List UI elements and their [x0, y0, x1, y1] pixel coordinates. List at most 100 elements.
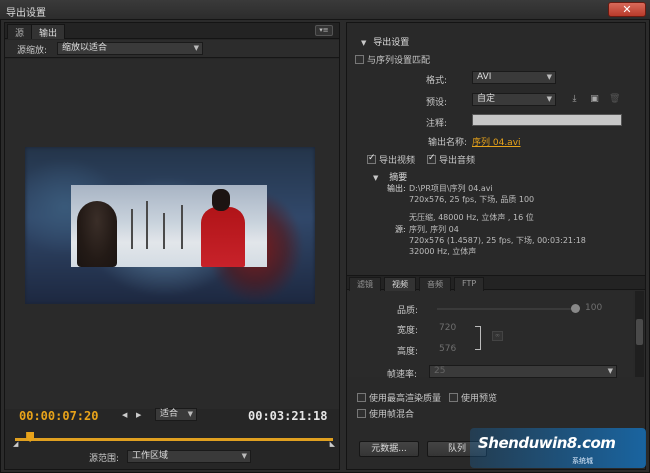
frame-blend-box[interactable]	[357, 409, 366, 418]
chain-link-icon[interactable]: ∞	[492, 331, 503, 341]
width-label: 宽度:	[397, 326, 419, 336]
match-sequence-box[interactable]	[355, 55, 364, 64]
step-back-icon[interactable]: ◀	[122, 411, 127, 419]
tab-audio[interactable]: 音频	[419, 277, 451, 291]
export-video-label: 导出视频	[379, 156, 416, 166]
comment-input[interactable]	[472, 114, 622, 126]
summary-output-lines: D:\PR项目\序列 04.avi 720x576, 25 fps, 下场, 品…	[409, 183, 534, 223]
timecode-row: 00:00:07:20 ◀ ▶ 适合 ▼ 00:03:21:18	[5, 403, 339, 431]
frame-blend-checkbox[interactable]: 使用帧混合	[357, 407, 414, 420]
timeline-range-bar	[15, 438, 333, 441]
export-audio-box[interactable]	[427, 153, 436, 164]
quality-value[interactable]: 100	[585, 303, 602, 313]
import-preset-icon[interactable]: ▣	[589, 94, 600, 104]
chevron-down-icon: ▼	[546, 95, 552, 103]
window-title: 导出设置	[6, 8, 46, 19]
summary-source-label: 源:	[395, 225, 406, 234]
collapse-triangle-icon: ▼	[361, 39, 367, 47]
tree	[163, 213, 165, 249]
max-render-quality-label: 使用最高渲染质量	[369, 394, 442, 404]
close-button[interactable]: ✕	[608, 2, 646, 17]
current-timecode[interactable]: 00:00:07:20	[19, 409, 98, 423]
quality-slider-track[interactable]	[437, 308, 573, 310]
export-audio-label: 导出音频	[439, 156, 476, 166]
summary-source-audio: 32000 Hz, 立体声	[409, 247, 477, 256]
preset-dropdown[interactable]: 自定 ▼	[472, 93, 556, 106]
height-value[interactable]: 576	[439, 344, 456, 354]
delete-preset-icon[interactable]: 🗑	[609, 94, 620, 104]
source-range-value: 工作区域	[132, 451, 169, 461]
settings-scrollbar[interactable]	[635, 291, 644, 377]
export-audio-checkbox[interactable]: 导出音频	[427, 153, 475, 166]
summary-output-audio: 无压缩, 48000 Hz, 立体声 , 16 位	[409, 213, 534, 222]
scrollbar-thumb[interactable]	[636, 319, 643, 345]
preset-label: 预设:	[425, 98, 447, 108]
match-sequence-label: 与序列设置匹配	[367, 56, 431, 66]
figure-dark-coat	[77, 201, 117, 267]
preview-panel: 源 输出 ▾≡ 源缩放: 缩放以适合 ▼ 00:00:07:20 ◀ ▶ 适合 …	[4, 22, 340, 470]
video-inner-frame	[71, 185, 267, 267]
quality-slider-knob[interactable]	[571, 304, 580, 313]
figure-red-coat	[201, 207, 245, 267]
format-dropdown[interactable]: AVI ▼	[472, 71, 556, 84]
summary-header[interactable]: ▼ 摘要	[373, 170, 407, 183]
tab-output[interactable]: 输出	[31, 24, 66, 39]
tab-source[interactable]: 源	[7, 24, 33, 39]
chevron-down-icon: ▼	[546, 73, 552, 81]
figure-head	[212, 189, 230, 211]
source-range-dropdown[interactable]: 工作区域 ▼	[127, 450, 251, 463]
metadata-button[interactable]: 元数据...	[359, 441, 419, 457]
export-video-checkbox[interactable]: 导出视频	[367, 153, 415, 166]
video-settings-area: 品质: 100 宽度: 720 高度: 576 ∞ 帧速率: 25 ▼	[347, 291, 633, 380]
output-name-label: 输出名称:	[427, 138, 467, 148]
tree	[181, 205, 183, 249]
match-sequence-checkbox[interactable]: 与序列设置匹配	[355, 53, 430, 66]
collapse-triangle-icon: ▼	[373, 174, 379, 182]
summary-output-label: 输出:	[387, 184, 406, 193]
chevron-down-icon: ▼	[607, 367, 613, 375]
source-range-label: 源范围:	[89, 454, 120, 464]
framerate-dropdown[interactable]: 25 ▼	[429, 365, 617, 378]
height-label: 高度:	[397, 347, 419, 357]
width-value[interactable]: 720	[439, 323, 456, 333]
fit-dropdown[interactable]: 适合 ▼	[155, 408, 197, 421]
export-video-box[interactable]	[367, 153, 376, 164]
step-forward-icon[interactable]: ▶	[136, 411, 141, 419]
output-name-link[interactable]: 序列 04.avi	[472, 135, 521, 148]
chevron-down-icon: ▼	[187, 410, 193, 418]
frame-blend-label: 使用帧混合	[369, 410, 415, 420]
format-label: 格式:	[425, 76, 447, 86]
tree	[131, 209, 133, 249]
preview-area	[5, 59, 339, 409]
use-preview-box[interactable]	[449, 393, 458, 402]
title-bar: 导出设置 ✕	[0, 0, 650, 20]
use-preview-checkbox[interactable]: 使用预览	[449, 391, 497, 404]
tab-ftp[interactable]: FTP	[454, 277, 485, 291]
source-scale-dropdown[interactable]: 缩放以适合 ▼	[57, 42, 203, 55]
timeline[interactable]: ◢ ◣	[13, 432, 335, 448]
save-preset-icon[interactable]: ⤓	[569, 94, 580, 104]
tree	[146, 201, 148, 249]
summary-output-path: D:\PR项目\序列 04.avi	[409, 184, 493, 193]
summary-source-video: 720x576 (1.4587), 25 fps, 下场, 00:03:21:1…	[409, 236, 586, 245]
summary-output-video: 720x576, 25 fps, 下场, 品质 100	[409, 195, 535, 204]
fit-value: 适合	[160, 409, 179, 419]
source-range-row: 源范围: 工作区域 ▼	[5, 447, 339, 467]
source-scale-label: 源缩放:	[17, 46, 48, 56]
panel-menu-icon[interactable]: ▾≡	[315, 25, 333, 36]
export-settings-header[interactable]: ▼ 导出设置	[361, 35, 409, 48]
framerate-value: 25	[434, 366, 446, 376]
use-preview-label: 使用预览	[461, 394, 498, 404]
tab-effects[interactable]: 滤镜	[349, 277, 381, 291]
preset-value: 自定	[477, 94, 496, 104]
max-render-quality-box[interactable]	[357, 393, 366, 402]
preview-tabbar: 源 输出 ▾≡	[5, 23, 339, 39]
max-render-quality-checkbox[interactable]: 使用最高渲染质量	[357, 391, 441, 404]
export-settings-title: 导出设置	[373, 38, 410, 48]
tab-video[interactable]: 视频	[384, 277, 416, 291]
comment-label: 注释:	[425, 119, 447, 129]
source-scale-row: 源缩放: 缩放以适合 ▼	[5, 40, 339, 58]
chevron-down-icon: ▼	[193, 44, 199, 52]
format-value: AVI	[477, 72, 492, 82]
summary-source-lines: 序列, 序列 04 720x576 (1.4587), 25 fps, 下场, …	[409, 224, 586, 257]
